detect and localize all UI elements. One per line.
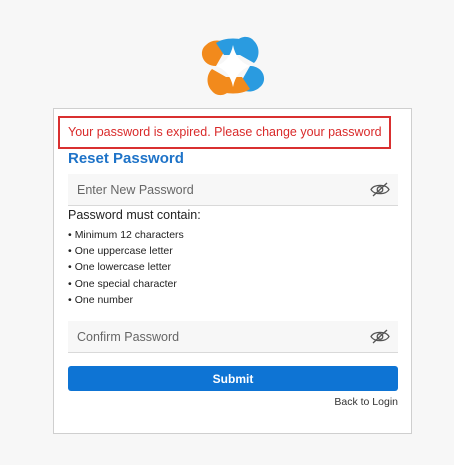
- requirement-item: One uppercase letter: [68, 243, 184, 259]
- requirement-item: One special character: [68, 276, 184, 292]
- submit-button[interactable]: Submit: [68, 366, 398, 391]
- reset-password-card: Your password is expired. Please change …: [53, 108, 412, 434]
- new-password-input[interactable]: [68, 174, 367, 205]
- requirement-item: One lowercase letter: [68, 259, 184, 275]
- eye-off-icon[interactable]: [370, 328, 390, 345]
- new-password-field: [68, 174, 398, 206]
- requirement-item: One number: [68, 292, 184, 308]
- confirm-password-field: [68, 321, 398, 353]
- confirm-password-input[interactable]: [68, 321, 367, 352]
- page-title: Reset Password: [68, 150, 184, 167]
- expired-password-alert: Your password is expired. Please change …: [58, 116, 391, 149]
- requirements-title: Password must contain:: [68, 208, 201, 222]
- requirements-list: Minimum 12 characters One uppercase lett…: [68, 227, 184, 308]
- requirement-item: Minimum 12 characters: [68, 227, 184, 243]
- eye-off-icon[interactable]: [370, 181, 390, 198]
- back-to-login-link[interactable]: Back to Login: [334, 396, 398, 408]
- brand-logo: [198, 33, 268, 99]
